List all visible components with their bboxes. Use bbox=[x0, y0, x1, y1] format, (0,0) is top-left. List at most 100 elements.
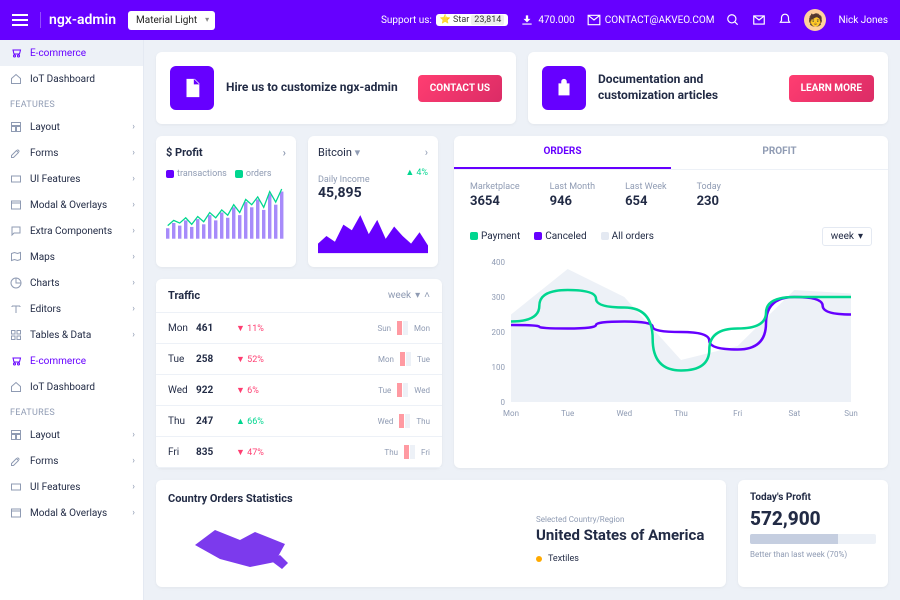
svg-text:Sat: Sat bbox=[788, 409, 800, 418]
traffic-period-select[interactable]: week ▾ ˄ bbox=[388, 290, 430, 301]
sidebar-item-forms[interactable]: Forms› bbox=[0, 140, 143, 166]
cart-icon bbox=[10, 355, 22, 367]
sidebar-item-charts[interactable]: Charts› bbox=[0, 270, 143, 296]
map-shape bbox=[168, 515, 512, 575]
mail-icon[interactable] bbox=[752, 13, 766, 27]
chevron-right-icon: › bbox=[132, 482, 135, 492]
text-icon bbox=[10, 303, 22, 315]
arrow-right-icon[interactable]: › bbox=[425, 146, 428, 159]
sidebar: E-commerceIoT DashboardFEATURESLayout›Fo… bbox=[0, 40, 144, 600]
chevron-right-icon: › bbox=[132, 456, 135, 466]
chevron-right-icon: › bbox=[132, 430, 135, 440]
sidebar-item-extra-components[interactable]: Extra Components› bbox=[0, 218, 143, 244]
content: Hire us to customize ngx-admin CONTACT U… bbox=[144, 40, 900, 600]
sidebar-item-ui-features[interactable]: UI Features› bbox=[0, 166, 143, 192]
doc-icon bbox=[170, 66, 214, 110]
contact-email[interactable]: CONTACT@AKVEO.COM bbox=[587, 13, 715, 27]
svg-text:Mon: Mon bbox=[503, 409, 519, 418]
country-card: Country Orders Statistics Selected Count… bbox=[156, 480, 726, 587]
sidebar-item-layout[interactable]: Layout› bbox=[0, 114, 143, 140]
brand: ngx-admin bbox=[40, 12, 116, 28]
browser-icon bbox=[10, 507, 22, 519]
support-label: Support us: ⭐ Star23,814 bbox=[381, 14, 508, 26]
sidebar-item-layout[interactable]: Layout› bbox=[0, 422, 143, 448]
github-badge[interactable]: ⭐ Star23,814 bbox=[436, 14, 509, 26]
traffic-row: Wed922▼ 6%TueWed bbox=[156, 375, 442, 406]
svg-text:Wed: Wed bbox=[616, 409, 632, 418]
learn-more-button[interactable]: LEARN MORE bbox=[789, 75, 874, 102]
theme-select[interactable]: Material Light bbox=[128, 11, 215, 30]
svg-text:300: 300 bbox=[492, 293, 506, 302]
keyboard-icon bbox=[10, 173, 22, 185]
svg-text:100: 100 bbox=[492, 363, 506, 372]
sidebar-item-e-commerce[interactable]: E-commerce bbox=[0, 40, 143, 66]
layout-icon bbox=[10, 429, 22, 441]
sidebar-item-maps[interactable]: Maps› bbox=[0, 244, 143, 270]
sidebar-item-iot-dashboard[interactable]: IoT Dashboard bbox=[0, 374, 143, 400]
orders-chart: 0100200300400MonTueWedThuFriSatSun bbox=[454, 252, 888, 437]
svg-text:Fri: Fri bbox=[733, 409, 742, 418]
today-profit-card: Today's Profit 572,900 Better than last … bbox=[738, 480, 888, 587]
layout-icon bbox=[10, 121, 22, 133]
chevron-right-icon: › bbox=[132, 508, 135, 518]
chevron-right-icon: › bbox=[132, 200, 135, 210]
download-icon bbox=[520, 13, 534, 27]
orders-period-select[interactable]: week ▾ bbox=[822, 227, 872, 246]
banner-hire: Hire us to customize ngx-admin CONTACT U… bbox=[156, 52, 516, 124]
browser-icon bbox=[10, 199, 22, 211]
svg-text:0: 0 bbox=[501, 398, 506, 407]
sidebar-item-modal-overlays[interactable]: Modal & Overlays› bbox=[0, 500, 143, 526]
tab-profit[interactable]: PROFIT bbox=[671, 136, 888, 169]
downloads: 470.000 bbox=[520, 13, 574, 27]
sidebar-item-forms[interactable]: Forms› bbox=[0, 448, 143, 474]
menu-icon[interactable] bbox=[12, 14, 28, 26]
chevron-right-icon: › bbox=[132, 304, 135, 314]
sidebar-item-modal-overlays[interactable]: Modal & Overlays› bbox=[0, 192, 143, 218]
grid-icon bbox=[10, 329, 22, 341]
avatar[interactable]: 🧑 bbox=[804, 9, 826, 31]
sidebar-item-e-commerce[interactable]: E-commerce bbox=[0, 348, 143, 374]
svg-text:Sun: Sun bbox=[844, 409, 858, 418]
coin-select[interactable]: Bitcoin ▾ bbox=[318, 146, 360, 159]
arrow-right-icon[interactable]: › bbox=[283, 146, 286, 159]
edit-icon bbox=[10, 455, 22, 467]
svg-text:400: 400 bbox=[492, 258, 506, 267]
traffic-row: Tue258▼ 52%MonTue bbox=[156, 344, 442, 375]
user-name: Nick Jones bbox=[838, 15, 888, 26]
search-icon[interactable] bbox=[726, 13, 740, 27]
chevron-right-icon: › bbox=[132, 330, 135, 340]
traffic-row: Thu247▲ 66%WedThu bbox=[156, 406, 442, 437]
tab-orders[interactable]: ORDERS bbox=[454, 136, 671, 169]
bitcoin-area bbox=[318, 207, 428, 257]
pct-up: ▲ 4% bbox=[405, 167, 428, 178]
chevron-up-icon[interactable]: ˄ bbox=[424, 290, 430, 301]
cart-icon bbox=[10, 47, 22, 59]
chevron-right-icon: › bbox=[132, 252, 135, 262]
traffic-row: Mon461▼ 11%SunMon bbox=[156, 313, 442, 344]
profit-card: $ Profit› transactionsorders bbox=[156, 136, 296, 267]
message-icon bbox=[10, 225, 22, 237]
app-header: ngx-admin Material Light Support us: ⭐ S… bbox=[0, 0, 900, 40]
profit-progress bbox=[750, 534, 876, 544]
contact-us-button[interactable]: CONTACT US bbox=[418, 75, 502, 102]
svg-text:Tue: Tue bbox=[561, 409, 574, 418]
home-icon bbox=[10, 73, 22, 85]
bell-icon[interactable] bbox=[778, 13, 792, 27]
banner-docs: Documentation and customization articles… bbox=[528, 52, 888, 124]
bitcoin-card: Bitcoin ▾› Daily Income 45,895 ▲ 4% bbox=[308, 136, 438, 267]
edit-icon bbox=[10, 147, 22, 159]
sidebar-item-ui-features[interactable]: UI Features› bbox=[0, 474, 143, 500]
profit-sparkline bbox=[166, 183, 286, 243]
mail-icon bbox=[587, 13, 601, 27]
chevron-right-icon: › bbox=[132, 122, 135, 132]
sidebar-item-editors[interactable]: Editors› bbox=[0, 296, 143, 322]
orders-card: ORDERSPROFIT Marketplace3654Last Month94… bbox=[454, 136, 888, 468]
map-icon bbox=[10, 251, 22, 263]
sidebar-item-tables-data[interactable]: Tables & Data› bbox=[0, 322, 143, 348]
svg-text:200: 200 bbox=[492, 328, 506, 337]
home-icon bbox=[10, 381, 22, 393]
sidebar-item-iot-dashboard[interactable]: IoT Dashboard bbox=[0, 66, 143, 92]
chevron-right-icon: › bbox=[132, 174, 135, 184]
pie-icon bbox=[10, 277, 22, 289]
traffic-card: Traffic week ▾ ˄ Mon461▼ 11%SunMonTue258… bbox=[156, 279, 442, 468]
